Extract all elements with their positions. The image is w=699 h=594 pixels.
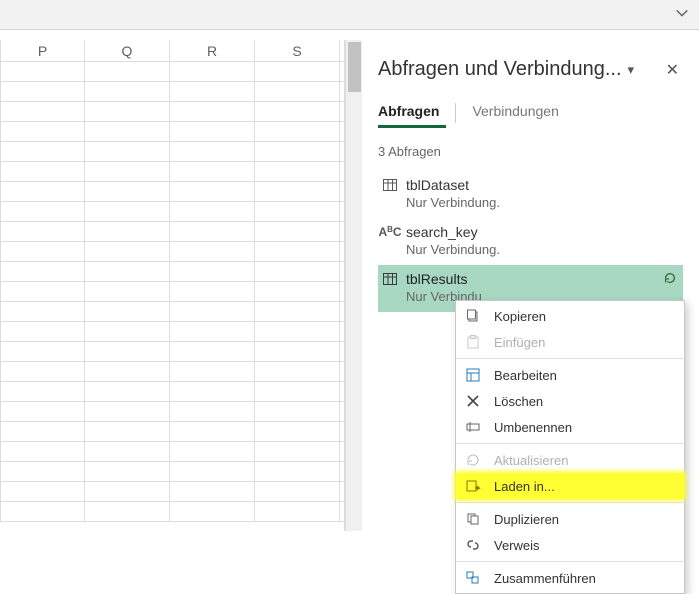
- col-header[interactable]: R: [170, 40, 255, 61]
- menu-divider: [456, 358, 684, 359]
- col-header[interactable]: Q: [85, 40, 170, 61]
- vertical-scrollbar[interactable]: [345, 40, 362, 531]
- table-icon: [382, 177, 398, 193]
- menu-paste: Einfügen: [456, 329, 684, 355]
- menu-divider: [456, 561, 684, 562]
- menu-divider: [456, 443, 684, 444]
- menu-reference[interactable]: Verweis: [456, 532, 684, 558]
- merge-icon: [464, 570, 482, 586]
- close-icon[interactable]: ✕: [662, 60, 683, 80]
- query-name: search_key: [406, 224, 478, 240]
- copy-icon: [464, 308, 482, 324]
- query-count: 3 Abfragen: [378, 144, 683, 159]
- menu-label: Kopieren: [494, 309, 546, 324]
- menu-label: Duplizieren: [494, 512, 559, 527]
- ribbon-collapse-bar: [0, 0, 699, 30]
- menu-rename[interactable]: Umbenennen: [456, 414, 684, 440]
- menu-label: Aktualisieren: [494, 453, 568, 468]
- pane-title: Abfragen und Verbindung...: [378, 58, 622, 81]
- col-header[interactable]: P: [0, 40, 85, 61]
- menu-label: Laden in...: [494, 479, 555, 494]
- query-name: tblResults: [406, 271, 467, 287]
- delete-icon: [464, 393, 482, 409]
- refresh-icon: [464, 452, 482, 468]
- grid-body[interactable]: [0, 62, 344, 531]
- edit-icon: [464, 367, 482, 383]
- paste-icon: [464, 334, 482, 350]
- refresh-icon[interactable]: [663, 271, 677, 288]
- menu-delete[interactable]: Löschen: [456, 388, 684, 414]
- query-status: Nur Verbindung.: [406, 195, 679, 210]
- spreadsheet: P Q R S: [0, 40, 345, 531]
- col-header[interactable]: S: [255, 40, 340, 61]
- context-menu: Kopieren Einfügen Bearbeiten Löschen Umb…: [455, 300, 685, 594]
- menu-edit[interactable]: Bearbeiten: [456, 362, 684, 388]
- query-list: tblDataset Nur Verbindung. ABC search_ke…: [378, 171, 683, 312]
- rename-icon: [464, 419, 482, 435]
- menu-label: Zusammenführen: [494, 571, 596, 586]
- chevron-down-icon[interactable]: [675, 6, 689, 23]
- query-item-searchkey[interactable]: ABC search_key Nur Verbindung.: [378, 218, 683, 265]
- text-type-icon: ABC: [382, 225, 398, 239]
- caret-down-icon[interactable]: ▾: [628, 62, 635, 78]
- menu-refresh: Aktualisieren: [456, 447, 684, 473]
- scrollbar-thumb[interactable]: [348, 42, 361, 92]
- duplicate-icon: [464, 511, 482, 527]
- menu-load-to[interactable]: Laden in...: [456, 473, 684, 499]
- table-icon: [382, 271, 398, 287]
- menu-label: Umbenennen: [494, 420, 572, 435]
- query-name: tblDataset: [406, 177, 469, 193]
- reference-icon: [464, 537, 482, 553]
- menu-duplicate[interactable]: Duplizieren: [456, 506, 684, 532]
- query-item-tbldataset[interactable]: tblDataset Nur Verbindung.: [378, 171, 683, 218]
- load-to-icon: [464, 478, 482, 494]
- query-status: Nur Verbindung.: [406, 242, 679, 257]
- tab-connections[interactable]: Verbindungen: [472, 103, 558, 123]
- menu-merge[interactable]: Zusammenführen: [456, 565, 684, 591]
- pane-tabs: Abfragen Verbindungen: [378, 103, 683, 123]
- menu-label: Einfügen: [494, 335, 545, 350]
- menu-label: Bearbeiten: [494, 368, 557, 383]
- menu-label: Verweis: [494, 538, 540, 553]
- menu-divider: [456, 502, 684, 503]
- column-headers: P Q R S: [0, 40, 344, 62]
- menu-label: Löschen: [494, 394, 543, 409]
- tab-underline: [378, 125, 446, 128]
- tab-queries[interactable]: Abfragen: [378, 103, 456, 123]
- menu-copy[interactable]: Kopieren: [456, 303, 684, 329]
